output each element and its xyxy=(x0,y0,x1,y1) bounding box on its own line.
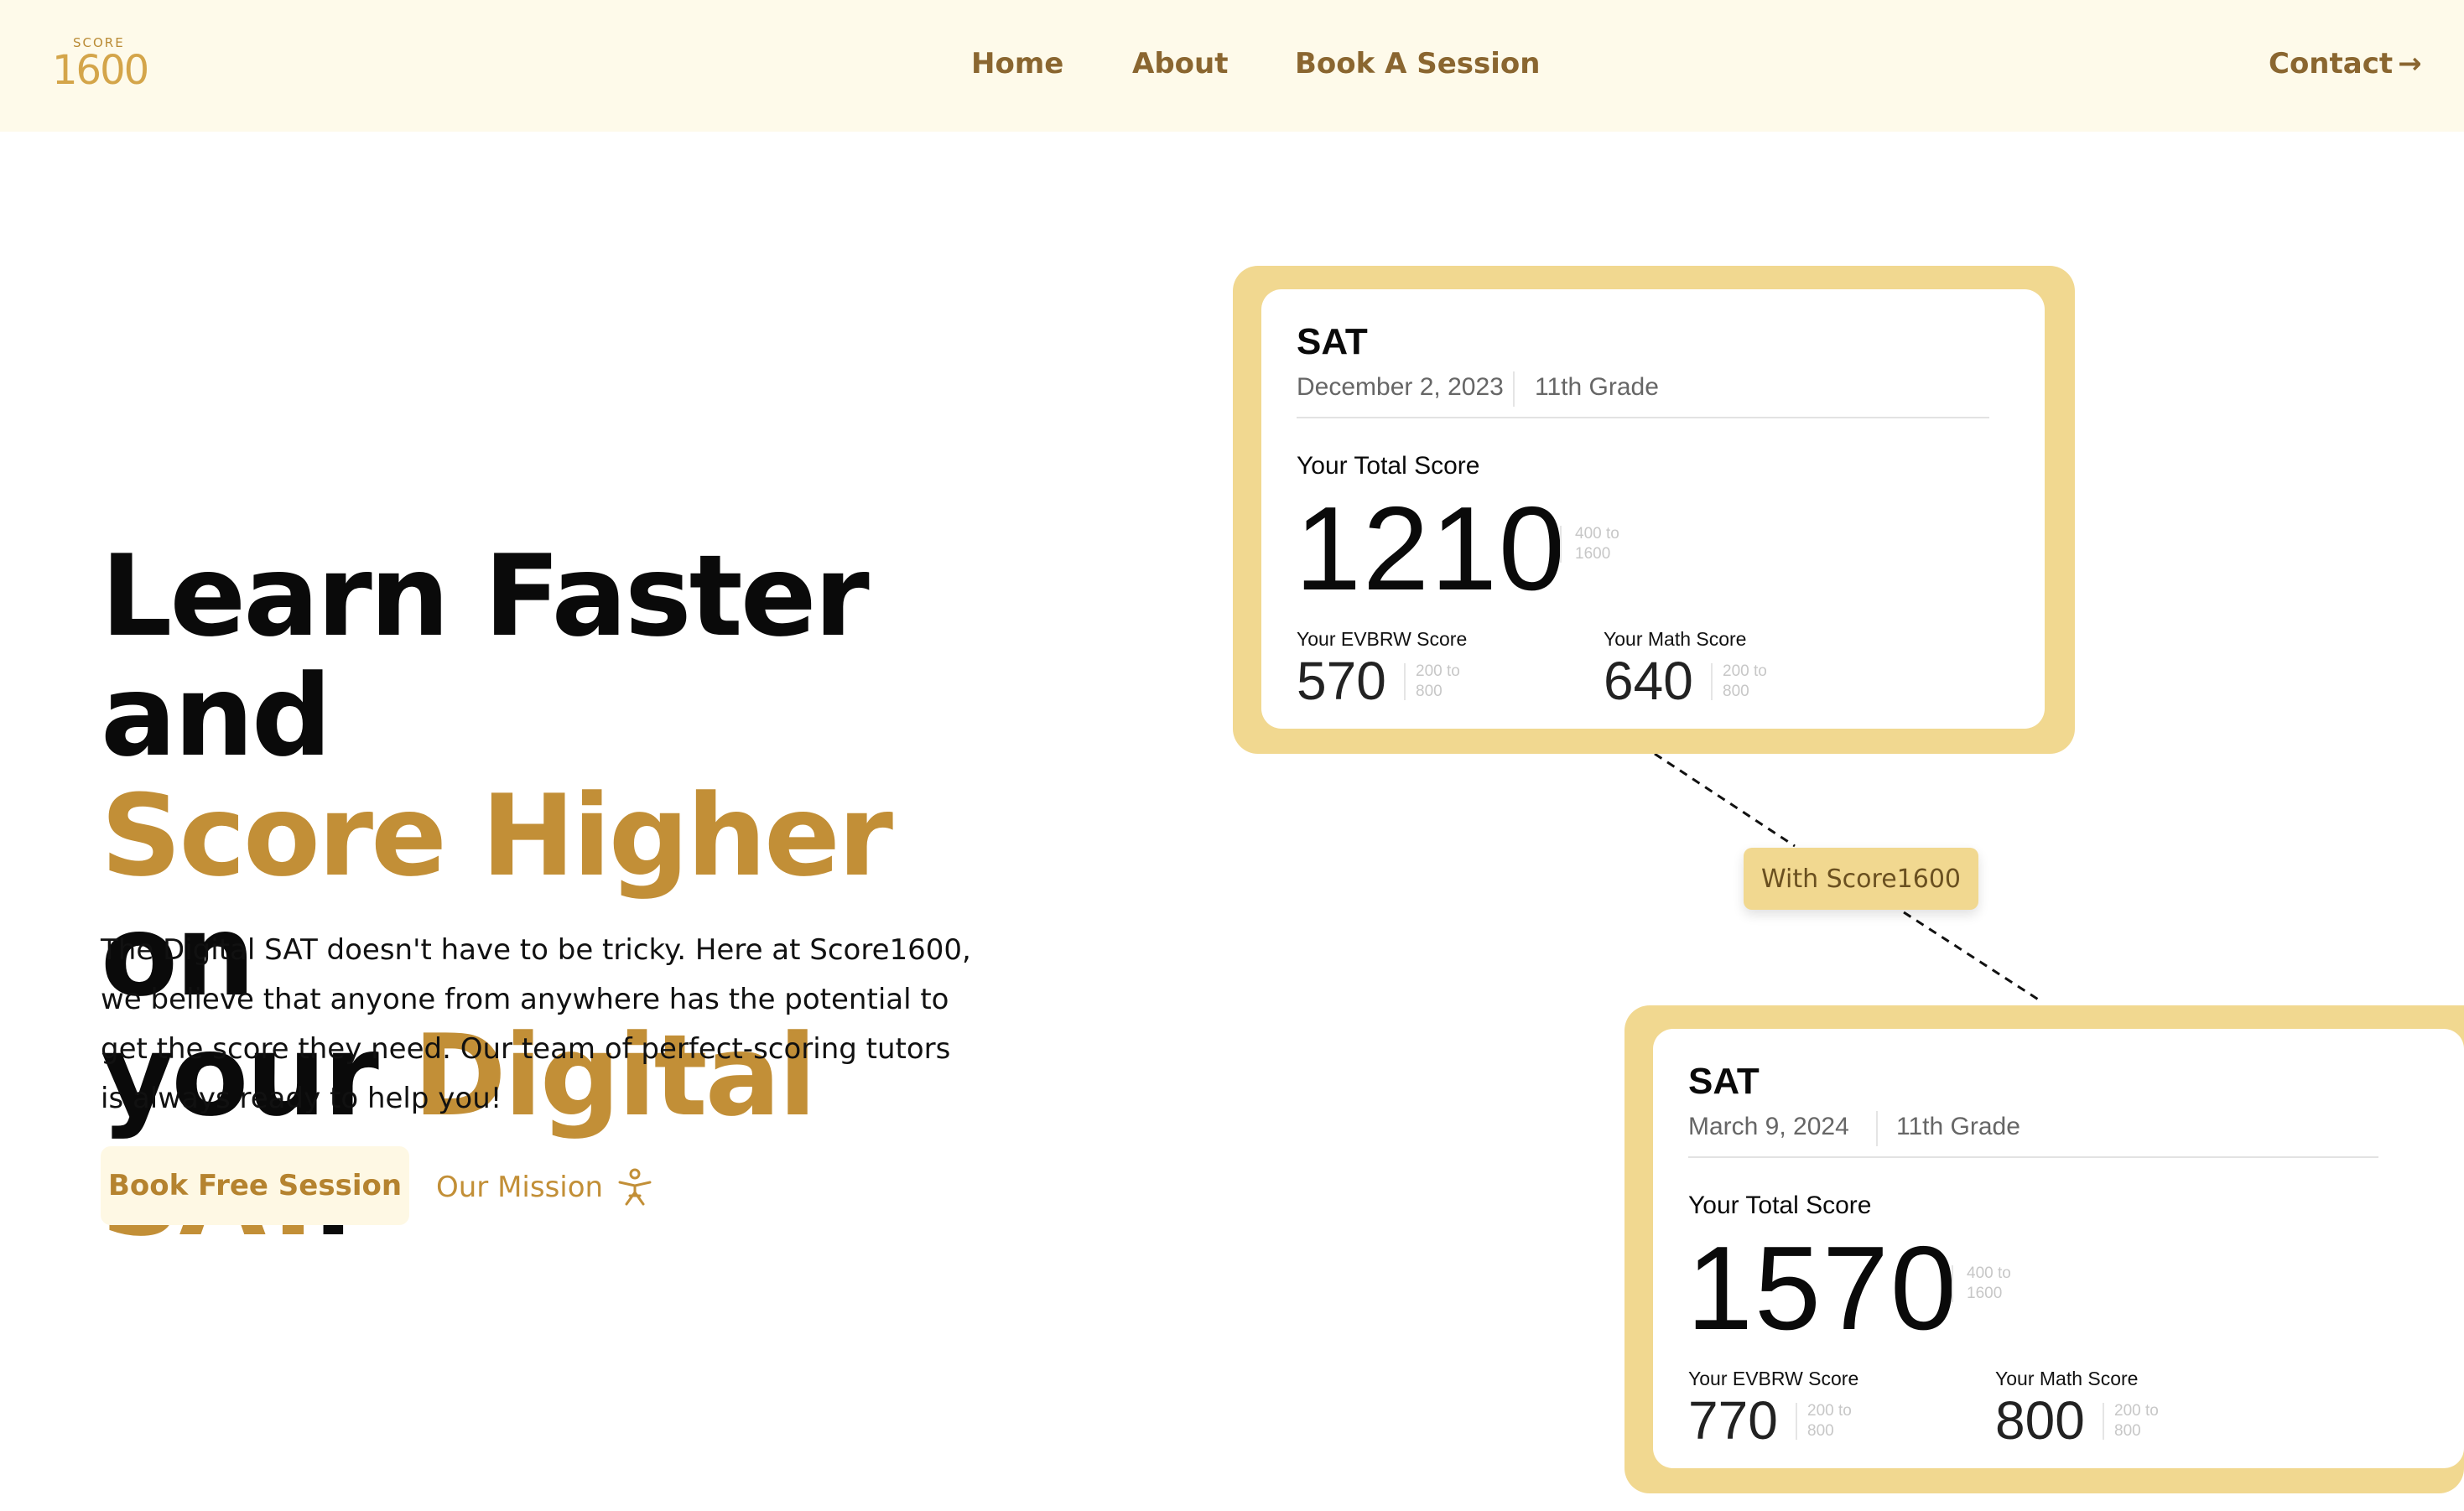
card-after-total-range-line2: 1600 xyxy=(1967,1285,2003,1302)
card-before-math-label: Your Math Score xyxy=(1604,628,1747,650)
card-after-math-score: 800 xyxy=(1995,1390,2085,1451)
score-card-before: SAT December 2, 2023 11th Grade Your Tot… xyxy=(1261,289,2045,729)
card-after-total-score: 1570 xyxy=(1687,1222,1958,1355)
card-before-total-score: 1210 xyxy=(1295,482,1567,615)
hero-description: The Digital SAT doesn't have to be trick… xyxy=(101,933,971,1115)
our-mission-link[interactable]: Our Mission xyxy=(436,1167,653,1207)
with-score1600-badge: With Score1600 xyxy=(1744,848,1978,910)
headline-highlight-score-higher: Score Higher xyxy=(101,771,893,901)
card-before-divider xyxy=(1297,417,1989,418)
book-free-session-button[interactable]: Book Free Session xyxy=(101,1146,409,1225)
card-after-date-divider xyxy=(1876,1111,1878,1146)
nav-book-session[interactable]: Book A Session xyxy=(1295,47,1540,80)
card-before-evbrw-label: Your EVBRW Score xyxy=(1297,628,1468,650)
card-after-evbrw-range-line1: 200 to xyxy=(1807,1402,1852,1420)
card-after-grade: 11th Grade xyxy=(1896,1113,2020,1140)
card-before-math-score: 640 xyxy=(1604,651,1693,711)
nav-contact[interactable]: Contact → xyxy=(2269,47,2422,80)
card-before-grade: 11th Grade xyxy=(1535,373,1659,401)
card-after-total-range-line1: 400 to xyxy=(1967,1264,2011,1282)
card-before-title: SAT xyxy=(1297,321,1368,362)
card-before-math-range-line1: 200 to xyxy=(1723,662,1767,680)
card-after-evbrw-label: Your EVBRW Score xyxy=(1688,1368,1859,1389)
nav-about[interactable]: About xyxy=(1132,47,1228,80)
site-header: SCORE 1600 Home About Book A Session Con… xyxy=(0,0,2464,132)
card-after-total-range-divider xyxy=(1952,1265,1953,1302)
logo-number: 1600 xyxy=(52,47,149,94)
card-before-evbrw-range-line2: 800 xyxy=(1416,683,1443,700)
card-before-total-label: Your Total Score xyxy=(1297,452,1480,480)
card-after-math-range-divider xyxy=(2103,1403,2104,1440)
card-after-math-label: Your Math Score xyxy=(1995,1368,2139,1389)
card-before-evbrw-range-line1: 200 to xyxy=(1416,662,1460,680)
card-before-date-divider xyxy=(1513,371,1515,407)
card-before-evbrw-range-divider xyxy=(1404,663,1406,700)
score-card-after-frame: SAT March 9, 2024 11th Grade Your Total … xyxy=(1624,1005,2464,1493)
score-card-after: SAT March 9, 2024 11th Grade Your Total … xyxy=(1653,1029,2464,1468)
card-after-math-range-line2: 800 xyxy=(2114,1422,2141,1440)
arrow-right-icon: → xyxy=(2398,47,2422,80)
card-before-evbrw-range: 200 to 800 xyxy=(1416,662,1460,702)
card-after-total-label: Your Total Score xyxy=(1688,1192,1872,1219)
headline-line1: Learn Faster and xyxy=(101,531,870,781)
card-before-date: December 2, 2023 xyxy=(1297,373,1504,401)
card-before-total-range: 400 to 1600 xyxy=(1575,524,1619,564)
our-mission-label: Our Mission xyxy=(436,1171,604,1204)
card-before-total-range-line2: 1600 xyxy=(1575,545,1611,563)
nav-home[interactable]: Home xyxy=(971,47,1063,80)
score-card-before-frame: SAT December 2, 2023 11th Grade Your Tot… xyxy=(1233,266,2075,754)
card-before-math-range-line2: 800 xyxy=(1723,683,1749,700)
card-before-math-range-divider xyxy=(1711,663,1713,700)
nav-contact-label: Contact xyxy=(2269,47,2394,80)
card-after-total-range: 400 to 1600 xyxy=(1967,1264,2011,1304)
person-star-icon xyxy=(618,1168,652,1206)
card-before-evbrw-score: 570 xyxy=(1297,651,1386,711)
card-after-date: March 9, 2024 xyxy=(1688,1113,1849,1140)
card-after-title: SAT xyxy=(1688,1061,1760,1102)
site-logo[interactable]: SCORE 1600 xyxy=(52,35,149,96)
card-before-total-range-line1: 400 to xyxy=(1575,525,1619,543)
card-after-evbrw-score: 770 xyxy=(1688,1390,1778,1451)
card-after-math-range: 200 to 800 xyxy=(2114,1401,2159,1441)
card-after-math-range-line1: 200 to xyxy=(2114,1402,2159,1420)
card-before-math-range: 200 to 800 xyxy=(1723,662,1767,702)
card-after-evbrw-range: 200 to 800 xyxy=(1807,1401,1852,1441)
card-after-evbrw-range-divider xyxy=(1796,1403,1797,1440)
card-after-evbrw-range-line2: 800 xyxy=(1807,1422,1834,1440)
card-after-divider xyxy=(1688,1156,2378,1158)
card-before-total-range-divider xyxy=(1560,526,1562,563)
